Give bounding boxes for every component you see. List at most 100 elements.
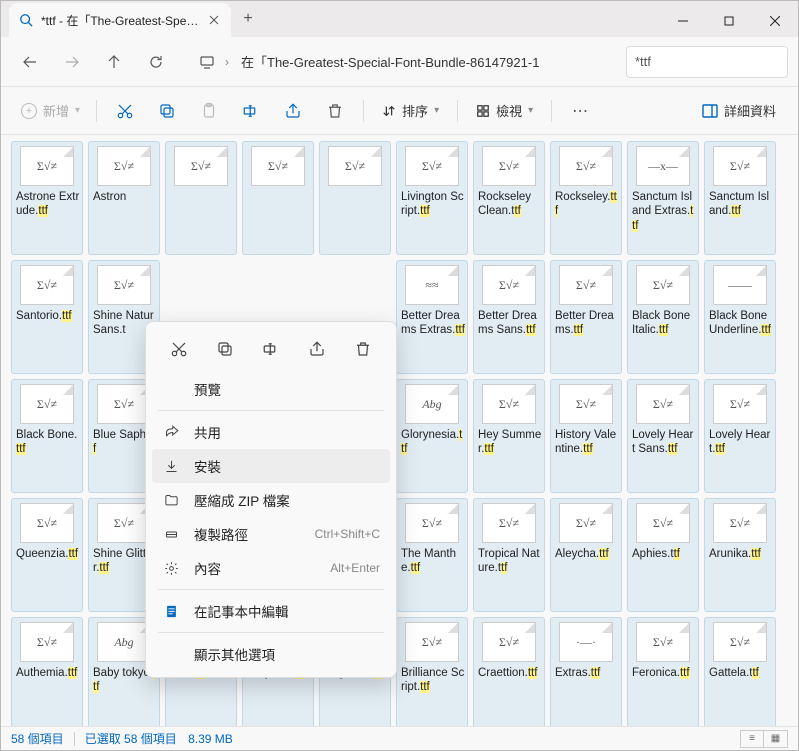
file-thumb: Σ√≠ [713, 384, 767, 424]
file-thumb: Σ√≠ [482, 384, 536, 424]
view-list-button[interactable]: ≡ [740, 730, 764, 748]
ctx-rename-icon[interactable] [254, 334, 288, 364]
file-item[interactable]: Σ√≠Lovely Heart Sans.ttf [627, 379, 699, 493]
forward-button[interactable] [53, 45, 91, 79]
file-item[interactable]: Σ√≠ Tropical Nature.ttf [473, 498, 545, 612]
paste-button[interactable] [189, 93, 229, 129]
file-item[interactable]: Σ√≠Better Dreams Sans.ttf [473, 260, 545, 374]
file-item[interactable]: Σ√≠Sanctum Island.ttf [704, 141, 776, 255]
file-name-label: Craettion.ttf [476, 666, 542, 680]
status-bar: 58 個項目 已選取 58 個項目 8.39 MB ≡ ▦ [1, 726, 798, 750]
new-tab-button[interactable]: + [231, 10, 265, 28]
ctx-cut-icon[interactable] [162, 334, 196, 364]
file-name-label: Aleycha.ttf [553, 547, 619, 561]
minimize-button[interactable] [660, 5, 706, 37]
file-item[interactable]: Σ√≠ [165, 141, 237, 255]
ctx-notepad[interactable]: 在記事本中編輯 [152, 594, 390, 628]
sort-button[interactable]: 排序 ▾ [372, 93, 449, 129]
ctx-zip[interactable]: 壓縮成 ZIP 檔案 [152, 483, 390, 517]
rename-button[interactable] [231, 93, 271, 129]
file-item[interactable]: Σ√≠Black Bone Italic.ttf [627, 260, 699, 374]
file-item[interactable]: Σ√≠Queenzia.ttf [11, 498, 83, 612]
ctx-copy-icon[interactable] [208, 334, 242, 364]
file-thumb: Σ√≠ [713, 622, 767, 662]
file-thumb: Σ√≠ [713, 146, 767, 186]
file-item[interactable]: Σ√≠Astrone Extrude.ttf [11, 141, 83, 255]
file-item[interactable]: Σ√≠Livington Script.ttf [396, 141, 468, 255]
path-icon [162, 527, 180, 542]
view-button[interactable]: 檢視 ▾ [466, 93, 543, 129]
file-thumb: Σ√≠ [251, 146, 305, 186]
file-item[interactable]: AbgGlorynesia.ttf [396, 379, 468, 493]
file-item[interactable]: —x—Sanctum Island Extras.ttf [627, 141, 699, 255]
file-item[interactable]: Σ√≠Arunika.ttf [704, 498, 776, 612]
file-item[interactable]: Σ√≠Lovely Heart.ttf [704, 379, 776, 493]
file-name-label: Queenzia.ttf [14, 547, 80, 561]
file-thumb: Σ√≠ [20, 384, 74, 424]
ctx-show-more[interactable]: 顯示其他選項 [152, 637, 390, 671]
file-name-label: Astron [91, 190, 157, 204]
file-item[interactable]: Σ√≠ [242, 141, 314, 255]
navigation-bar: › 在「The-Greatest-Special-Font-Bundle-861… [1, 37, 798, 87]
address-bar[interactable]: 在「The-Greatest-Special-Font-Bundle-86147… [233, 46, 616, 78]
tab-close-button[interactable] [207, 13, 221, 27]
location-pc-icon[interactable] [193, 45, 221, 79]
file-name-label: Better Dreams.ttf [553, 309, 619, 338]
file-thumb: Σ√≠ [174, 146, 228, 186]
file-item[interactable]: Σ√≠Authemia.ttf [11, 617, 83, 726]
file-thumb: Σ√≠ [482, 503, 536, 543]
copy-button[interactable] [147, 93, 187, 129]
file-name-label: Black Bone Italic.ttf [630, 309, 696, 338]
file-item[interactable]: Σ√≠Aleycha.ttf [550, 498, 622, 612]
file-list-area[interactable]: Σ√≠Astrone Extrude.ttfΣ√≠AstronΣ√≠Σ√≠Σ√≠… [1, 135, 798, 726]
up-button[interactable] [95, 45, 133, 79]
file-thumb: Σ√≠ [636, 622, 690, 662]
file-name-label: The Manthe.ttf [399, 547, 465, 576]
ctx-share-icon[interactable] [300, 334, 334, 364]
file-item[interactable]: Σ√≠Craettion.ttf [473, 617, 545, 726]
details-pane-button[interactable]: 詳細資料 [692, 93, 786, 129]
share-button[interactable] [273, 93, 313, 129]
new-button[interactable]: + 新增 ▾ [13, 101, 88, 120]
file-item[interactable]: Σ√≠Brilliance Script.ttf [396, 617, 468, 726]
ctx-copy-path[interactable]: 複製路徑Ctrl+Shift+C [152, 517, 390, 551]
delete-button[interactable] [315, 93, 355, 129]
ctx-share[interactable]: 共用 [152, 415, 390, 449]
file-name-label: Tropical Nature.ttf [476, 547, 542, 576]
file-item[interactable]: Σ√≠Aphies.ttf [627, 498, 699, 612]
file-name-label: Sanctum Island Extras.ttf [630, 190, 696, 233]
view-toggle: ≡ ▦ [740, 730, 788, 748]
window-controls [660, 5, 798, 37]
ctx-preview[interactable]: 預覽 [152, 372, 390, 406]
file-item[interactable]: Σ√≠ [319, 141, 391, 255]
file-item[interactable]: ·—·Extras.ttf [550, 617, 622, 726]
search-input[interactable]: *ttf [626, 46, 788, 78]
ctx-install[interactable]: 安裝 [152, 449, 390, 483]
ctx-delete-icon[interactable] [346, 334, 380, 364]
file-item[interactable]: Σ√≠Hey Summer.ttf [473, 379, 545, 493]
window-tab[interactable]: *ttf - 在「The-Greatest-Specia [9, 3, 231, 37]
file-item[interactable]: Σ√≠The Manthe.ttf [396, 498, 468, 612]
file-item[interactable]: Σ√≠Astron [88, 141, 160, 255]
file-item[interactable]: ≈≈Better Dreams Extras.ttf [396, 260, 468, 374]
status-item-count: 58 個項目 [11, 730, 64, 747]
file-name-label: Rockseley.ttf [553, 190, 619, 219]
breadcrumb-text: 在「The-Greatest-Special-Font-Bundle-86147… [241, 52, 539, 71]
file-item[interactable]: Σ√≠Santorio.ttf [11, 260, 83, 374]
file-item[interactable]: Σ√≠Better Dreams.ttf [550, 260, 622, 374]
more-button[interactable]: ⋯ [560, 93, 600, 129]
ctx-properties[interactable]: 內容Alt+Enter [152, 551, 390, 585]
file-item[interactable]: Σ√≠History Valentine.ttf [550, 379, 622, 493]
view-grid-button[interactable]: ▦ [764, 730, 788, 748]
file-item[interactable]: Σ√≠Rockseley.ttf [550, 141, 622, 255]
close-window-button[interactable] [752, 5, 798, 37]
refresh-button[interactable] [137, 45, 175, 79]
cut-button[interactable] [105, 93, 145, 129]
maximize-button[interactable] [706, 5, 752, 37]
file-item[interactable]: Σ√≠Black Bone.ttf [11, 379, 83, 493]
file-item[interactable]: Σ√≠Rockseley Clean.ttf [473, 141, 545, 255]
file-item[interactable]: Σ√≠Gattela.ttf [704, 617, 776, 726]
file-item[interactable]: ——Black Bone Underline.ttf [704, 260, 776, 374]
file-item[interactable]: Σ√≠Feronica.ttf [627, 617, 699, 726]
back-button[interactable] [11, 45, 49, 79]
